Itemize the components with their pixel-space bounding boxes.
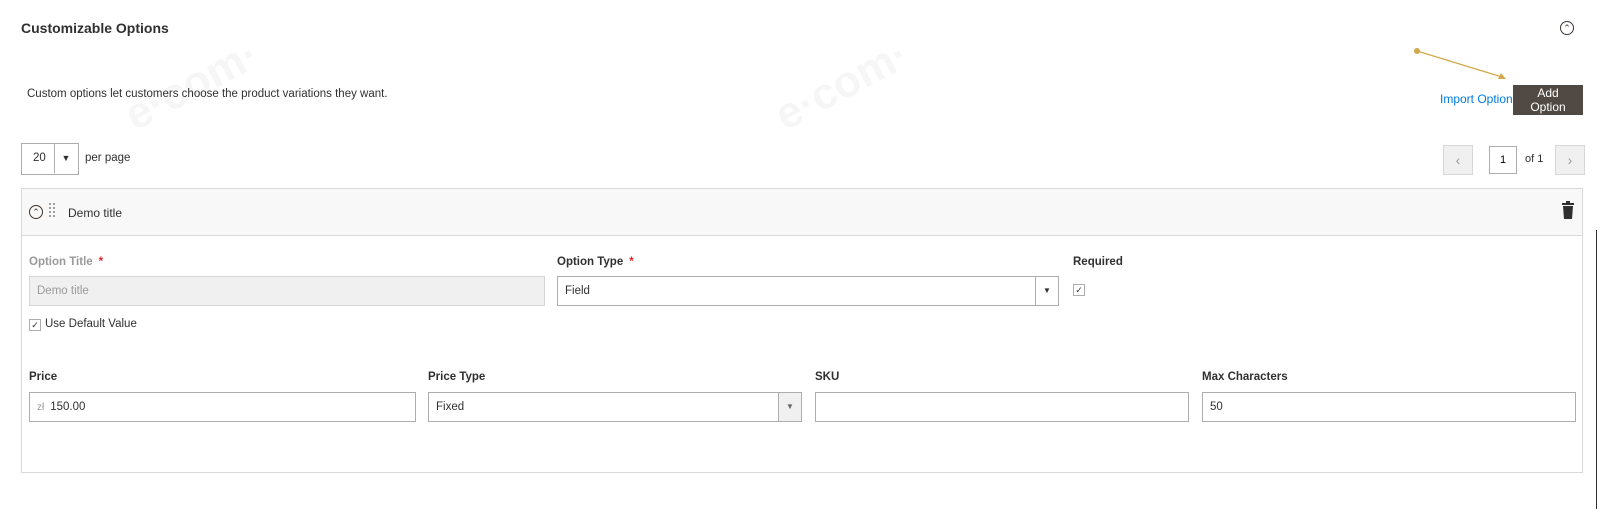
price-type-value: Fixed	[436, 401, 465, 413]
option-type-select[interactable]: Field ▼	[557, 276, 1059, 306]
trash-icon[interactable]	[1562, 201, 1574, 219]
price-value: 150.00	[50, 401, 86, 413]
option-type-label: Option Type *	[557, 256, 634, 268]
collapse-circle-icon[interactable]: ⌃	[29, 205, 43, 219]
chevron-down-icon: ▼	[1035, 277, 1058, 305]
option-panel-header[interactable]	[22, 189, 1582, 236]
currency-prefix: zł	[37, 402, 45, 413]
collapse-circle-icon[interactable]: ⌃	[1560, 21, 1574, 35]
chevron-down-icon: ▼	[778, 393, 801, 421]
section-title: Customizable Options	[21, 20, 169, 36]
watermark: e·com·	[767, 29, 918, 141]
section-description: Custom options let customers choose the …	[27, 88, 388, 100]
scrollbar[interactable]	[1596, 230, 1597, 509]
per-page-label: per page	[85, 152, 131, 164]
option-type-value: Field	[565, 285, 590, 297]
total-pages-label: of 1	[1525, 153, 1544, 165]
sku-label: SKU	[815, 371, 840, 383]
use-default-label: Use Default Value	[45, 318, 137, 330]
import-options-link[interactable]: Import Options	[1440, 92, 1519, 106]
price-input[interactable]: zł 150.00	[29, 392, 416, 422]
max-characters-input[interactable]: 50	[1202, 392, 1576, 422]
annotation-arrow-icon	[1414, 48, 1506, 79]
current-page-input[interactable]	[1489, 146, 1517, 174]
drag-handle-icon[interactable]	[49, 203, 57, 221]
option-title-label: Option Title *	[29, 256, 104, 268]
next-page-button[interactable]: ›	[1555, 145, 1585, 175]
per-page-value: 20	[33, 152, 46, 164]
max-characters-label: Max Characters	[1202, 371, 1288, 383]
option-title-input[interactable]: Demo title	[29, 276, 545, 306]
price-type-label: Price Type	[428, 371, 486, 383]
option-header-title: Demo title	[68, 206, 123, 220]
add-option-button[interactable]: Add Option	[1513, 85, 1583, 115]
price-type-select[interactable]: Fixed ▼	[428, 392, 802, 422]
sku-input[interactable]	[815, 392, 1189, 422]
watermark: e·com·	[117, 29, 268, 141]
price-label: Price	[29, 371, 58, 383]
use-default-checkbox[interactable]: ✓	[29, 319, 41, 331]
chevron-down-icon[interactable]: ▼	[54, 144, 77, 173]
previous-page-button[interactable]: ‹	[1443, 145, 1473, 175]
required-label: Required	[1073, 256, 1123, 268]
required-checkbox[interactable]: ✓	[1073, 284, 1085, 296]
